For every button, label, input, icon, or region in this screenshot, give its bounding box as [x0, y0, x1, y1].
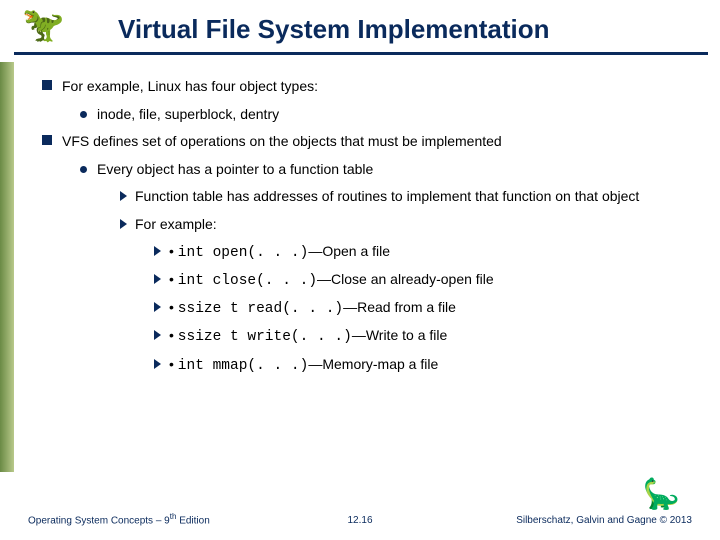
code-sig: int mmap(. . .) — [178, 358, 309, 374]
code-sig: int close(. . .) — [178, 273, 317, 289]
triangle-bullet-icon — [120, 219, 127, 229]
bullet-text: For example, Linux has four object types… — [62, 78, 318, 94]
triangle-bullet-icon — [154, 274, 161, 284]
slide-header: 🦖 Virtual File System Implementation — [0, 0, 720, 62]
bullet-l1: VFS defines set of operations on the obj… — [42, 133, 690, 151]
code-desc: —Read from a file — [343, 299, 456, 315]
square-bullet-icon — [42, 135, 52, 145]
triangle-bullet-icon — [154, 359, 161, 369]
slide-body: For example, Linux has four object types… — [42, 78, 690, 384]
slide-title: Virtual File System Implementation — [118, 14, 550, 45]
bullet-l3: Function table has addresses of routines… — [120, 188, 690, 206]
dinosaur-icon: 🦖 — [22, 8, 64, 42]
triangle-bullet-icon — [154, 302, 161, 312]
code-sig: ssize t read(. . .) — [178, 301, 343, 317]
bullet-l3: For example: — [120, 216, 690, 234]
bullet-text: VFS defines set of operations on the obj… — [62, 133, 502, 149]
bullet-l4: • ssize t write(. . .)—Write to a file — [154, 327, 690, 346]
code-sig: int open(. . .) — [178, 245, 309, 261]
bullet-l4: • int mmap(. . .)—Memory-map a file — [154, 356, 690, 375]
bullet-text: Every object has a pointer to a function… — [97, 161, 373, 177]
bullet-text: For example: — [135, 216, 217, 232]
code-desc: —Memory-map a file — [308, 356, 438, 372]
triangle-bullet-icon — [154, 246, 161, 256]
bullet-text: inode, file, superblock, dentry — [97, 106, 279, 122]
left-accent-bar — [0, 62, 14, 472]
bullet-l2: inode, file, superblock, dentry — [80, 106, 690, 124]
bullet-l4: • ssize t read(. . .)—Read from a file — [154, 299, 690, 318]
circle-bullet-icon — [80, 166, 87, 173]
bullet-l1: For example, Linux has four object types… — [42, 78, 690, 96]
triangle-bullet-icon — [154, 330, 161, 340]
code-desc: —Close an already-open file — [317, 271, 494, 287]
bullet-l4: • int open(. . .)—Open a file — [154, 243, 690, 262]
triangle-bullet-icon — [120, 191, 127, 201]
bullet-l2: Every object has a pointer to a function… — [80, 161, 690, 179]
code-desc: —Write to a file — [352, 327, 447, 343]
code-sig: ssize t write(. . .) — [178, 329, 352, 345]
title-underline — [14, 52, 708, 55]
dinosaur-icon: 🦕 — [643, 480, 680, 510]
bullet-l4: • int close(. . .)—Close an already-open… — [154, 271, 690, 290]
footer-right: Silberschatz, Galvin and Gagne © 2013 — [516, 515, 692, 526]
bullet-text: Function table has addresses of routines… — [135, 188, 639, 204]
code-desc: —Open a file — [308, 243, 390, 259]
circle-bullet-icon — [80, 111, 87, 118]
square-bullet-icon — [42, 80, 52, 90]
